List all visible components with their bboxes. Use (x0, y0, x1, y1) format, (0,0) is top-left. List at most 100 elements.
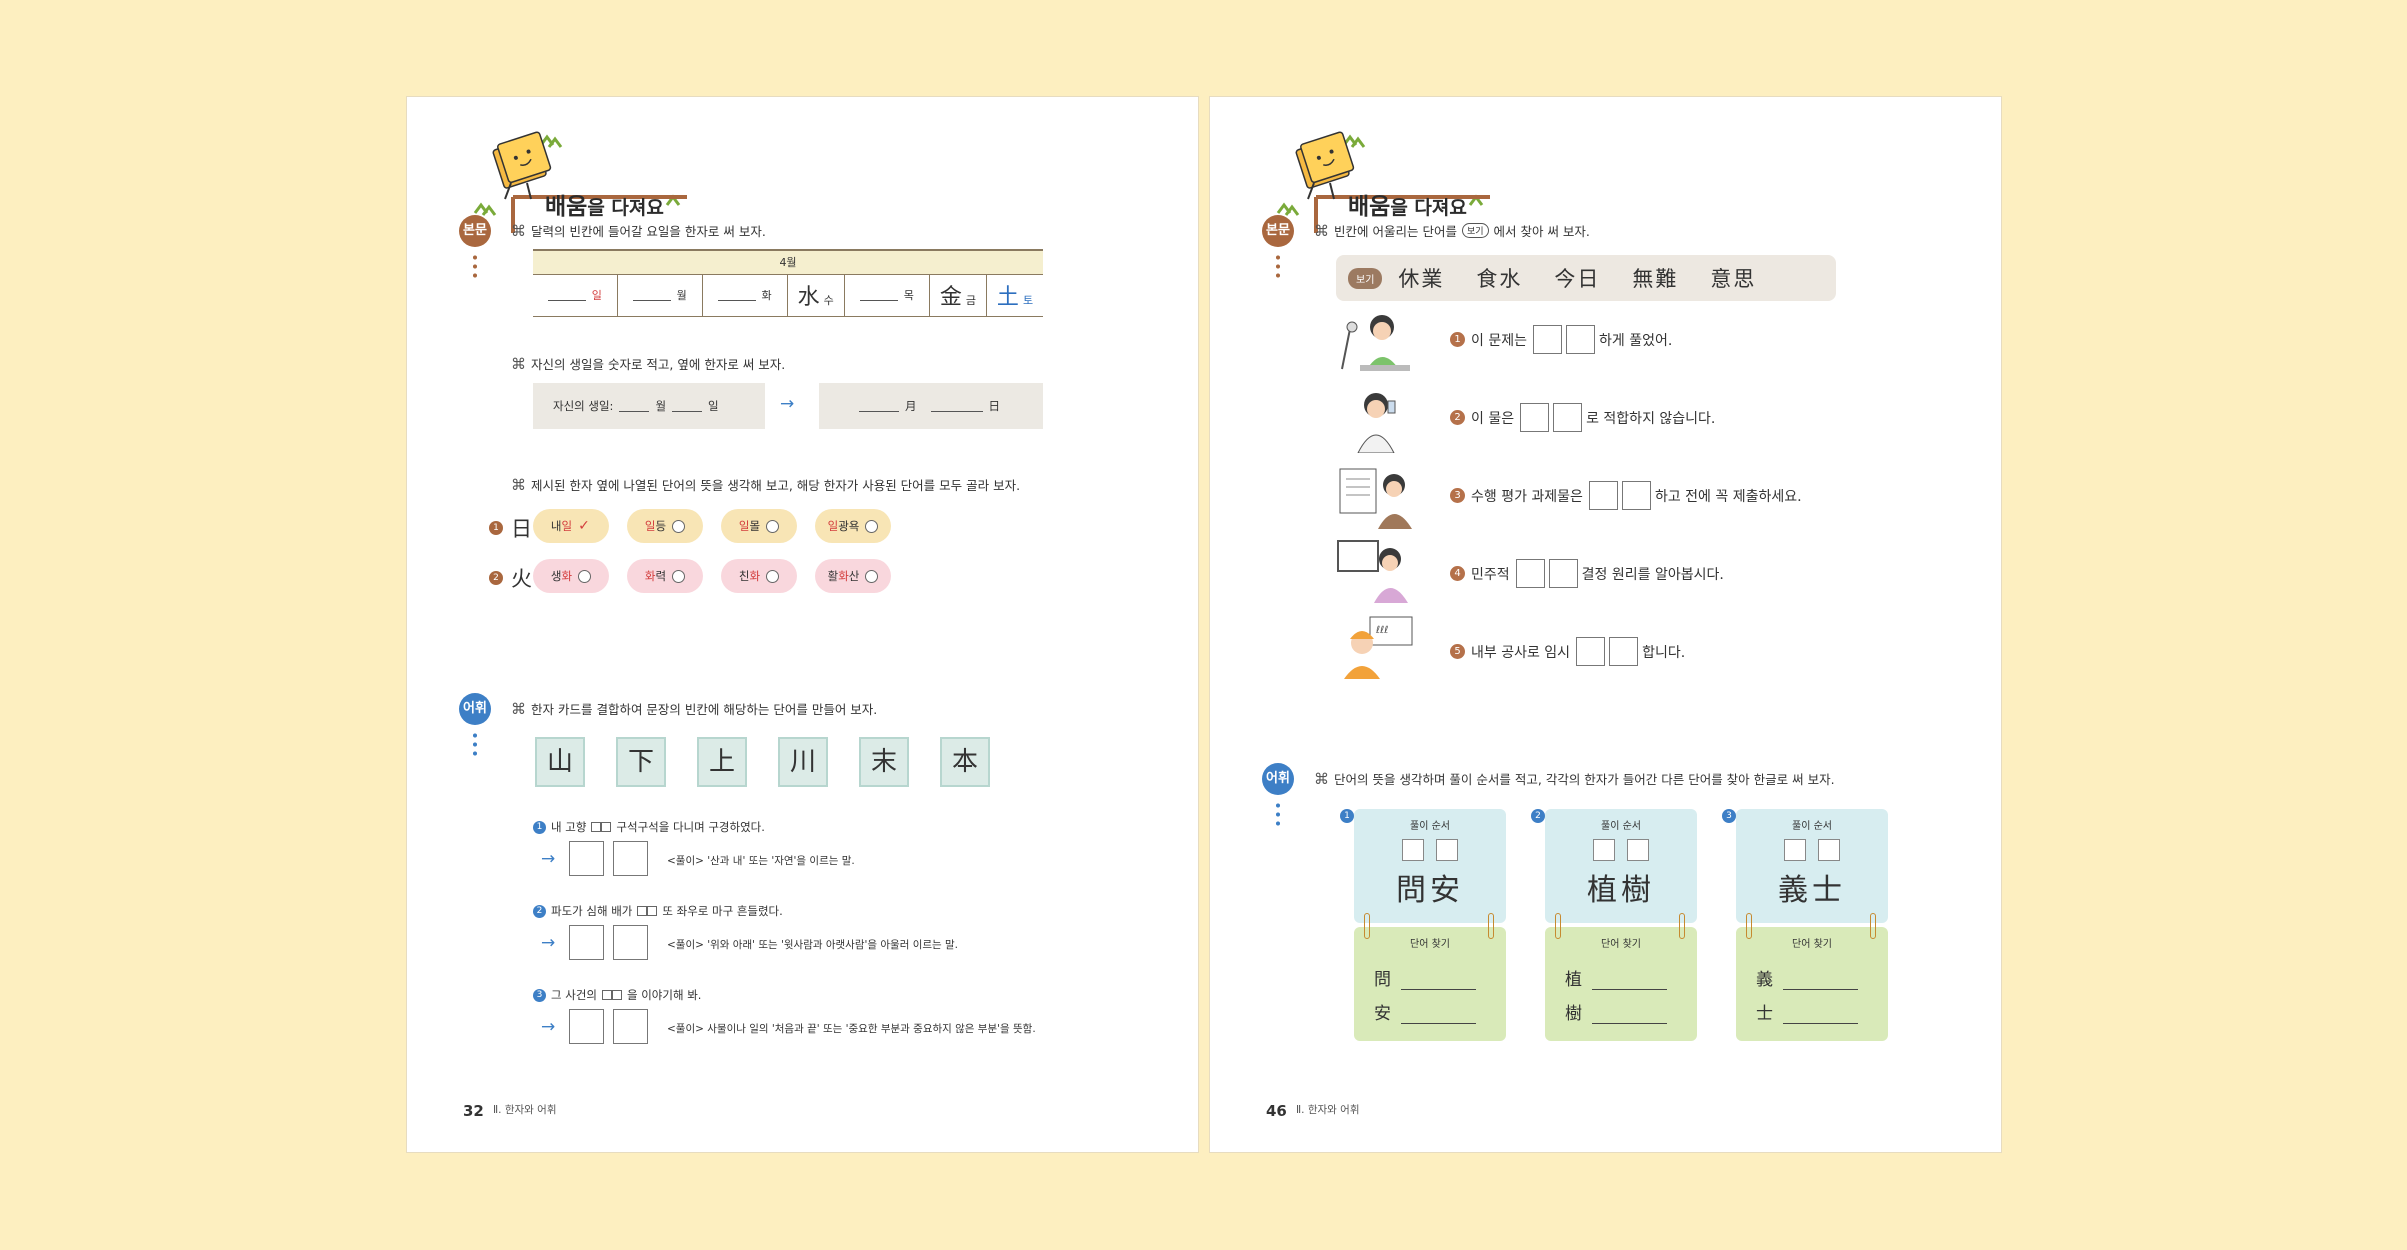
explanation-text: <풀이> '위와 아래' 또는 '윗사람과 아랫사람'을 아울러 이르는 말. (667, 939, 959, 951)
order-box[interactable] (1627, 839, 1649, 861)
page-number: 46 (1266, 1102, 1287, 1120)
answer-box[interactable] (1553, 403, 1583, 432)
answer-box[interactable] (1576, 637, 1606, 666)
find-hanja: 安 (1374, 1004, 1391, 1024)
sentence-after: 하게 풀었어. (1598, 332, 1673, 349)
hanja-card[interactable]: 山 (535, 737, 585, 787)
blank-line[interactable] (672, 400, 703, 412)
blank-line[interactable] (859, 287, 898, 301)
find-row: 樹 (1565, 999, 1667, 1024)
word-choice-pill[interactable]: 내일 ✓ (533, 509, 609, 543)
answer-box[interactable] (569, 925, 604, 960)
answer-box[interactable] (613, 925, 648, 960)
blank-line[interactable] (1783, 1008, 1858, 1024)
explanation-text: <풀이> '산과 내' 또는 '자연'을 이르는 말. (667, 855, 855, 867)
answer-box[interactable] (613, 1009, 648, 1044)
word-choice-pill[interactable]: 일광욕 (815, 509, 891, 543)
find-hanja: 樹 (1565, 1004, 1582, 1024)
answer-box[interactable] (1565, 325, 1595, 354)
binder-ring (1679, 913, 1685, 939)
sentence-number: 1 (533, 820, 546, 834)
bogi-word: 食水 (1476, 267, 1523, 291)
word-choice-pill[interactable]: 활화산 (815, 559, 891, 593)
page-chapter-label: Ⅱ. 한자와 어휘 (1296, 1104, 1360, 1116)
hanja-card[interactable]: 末 (859, 737, 909, 787)
calendar-day-cell: 水수 (787, 274, 845, 317)
hanja-card[interactable]: 川 (778, 737, 828, 787)
find-row: 植 (1565, 965, 1667, 990)
blank-line[interactable] (619, 400, 650, 412)
choice-radio[interactable] (865, 519, 879, 533)
choice-radio[interactable] (672, 519, 686, 533)
answer-box[interactable] (1548, 559, 1578, 588)
hanja-card[interactable]: 下 (616, 737, 666, 787)
arrow-right-icon: → (780, 394, 795, 414)
sentence-after: 구석구석을 다니며 구경하였다. (616, 820, 765, 834)
choice-radio[interactable] (578, 569, 592, 583)
find-hanja: 義 (1756, 970, 1773, 990)
tag-eohwi: 어휘 (1262, 763, 1294, 795)
answer-box[interactable] (1588, 481, 1618, 510)
word-choice-pill[interactable]: 화력 (627, 559, 703, 593)
choice-radio[interactable] (672, 569, 686, 583)
hanja-row-label: 1日 (489, 513, 532, 543)
birthday-prefix: 자신의 생일: (553, 399, 614, 413)
word-choice-pill[interactable]: 생화 (533, 559, 609, 593)
row-number: 2 (489, 571, 503, 585)
blank-line[interactable] (547, 287, 586, 301)
order-box[interactable] (1784, 839, 1806, 861)
blank-line[interactable] (1592, 974, 1667, 990)
teacher-board-illustration (1337, 540, 1408, 603)
day-label: 금 (965, 294, 976, 307)
day-label: 수 (823, 294, 834, 307)
choice-radio[interactable] (766, 569, 780, 583)
dotted-line (1276, 253, 1280, 279)
word-choice-pill[interactable]: 일몰 (721, 509, 797, 543)
blank-line[interactable] (717, 287, 756, 301)
blank-line[interactable] (1592, 1008, 1667, 1024)
checkmark-icon[interactable]: ✓ (578, 519, 591, 533)
blank-line[interactable] (632, 287, 671, 301)
word-choice-pill[interactable]: 친화 (721, 559, 797, 593)
bogi-badge: 보기 (1461, 223, 1489, 238)
instruction-text: 빈칸에 어울리는 단어를 (1334, 224, 1457, 239)
answer-box[interactable] (1520, 403, 1550, 432)
answer-box[interactable] (1621, 481, 1651, 510)
instruction-text: 에서 찾아 써 보자. (1493, 224, 1590, 239)
small-blank-box (591, 822, 602, 832)
page-chapter-label: Ⅱ. 한자와 어휘 (493, 1104, 557, 1116)
sentence-after: 로 적합하지 않습니다. (1586, 410, 1716, 427)
answer-box[interactable] (1515, 559, 1545, 588)
answer-box[interactable] (569, 841, 604, 876)
instruction-1: ⌘ 달력의 빈칸에 들어갈 요일을 한자로 써 보자. (511, 221, 766, 240)
order-box[interactable] (1593, 839, 1615, 861)
find-word-section: 단어 찾기 義士 (1736, 927, 1888, 1041)
choice-radio[interactable] (766, 519, 780, 533)
order-box[interactable] (1818, 839, 1840, 861)
small-blank-box (647, 906, 658, 916)
choice-radio[interactable] (865, 569, 879, 583)
binder-ring (1555, 913, 1561, 939)
hanja-card[interactable]: 上 (697, 737, 747, 787)
order-box[interactable] (1436, 839, 1458, 861)
answer-box[interactable] (613, 841, 648, 876)
blank-line[interactable] (1401, 1008, 1476, 1024)
blank-line[interactable] (930, 400, 983, 412)
blank-line[interactable] (859, 400, 899, 412)
answer-box[interactable] (569, 1009, 604, 1044)
sentence-number: 3 (1450, 488, 1465, 503)
word-choice-pill[interactable]: 일등 (627, 509, 703, 543)
blank-boxes (637, 904, 658, 918)
word-text: 활화산 (827, 569, 860, 583)
answer-box[interactable] (1609, 637, 1639, 666)
row-number: 1 (489, 521, 503, 535)
find-row: 安 (1374, 999, 1476, 1024)
sentence-number: 2 (533, 904, 546, 918)
hanja-card[interactable]: 本 (940, 737, 990, 787)
blank-line[interactable] (1401, 974, 1476, 990)
answer-box[interactable] (1532, 325, 1562, 354)
arrow-right-icon: → (541, 849, 556, 869)
order-box[interactable] (1402, 839, 1424, 861)
blank-line[interactable] (1783, 974, 1858, 990)
word-text: 화력 (644, 569, 667, 583)
